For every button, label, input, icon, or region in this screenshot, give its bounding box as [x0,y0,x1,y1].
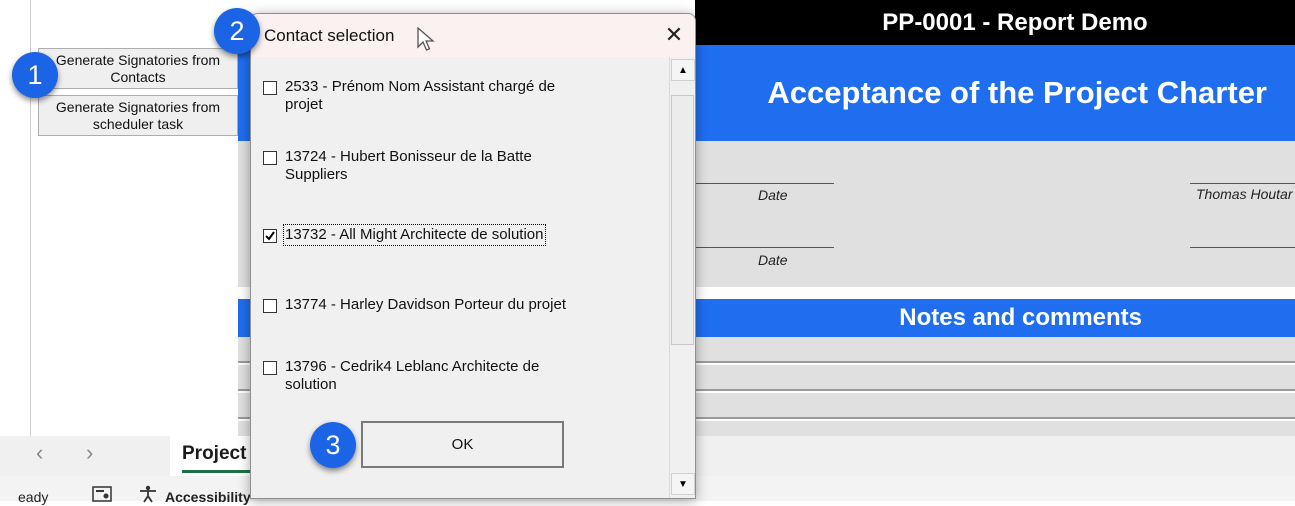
generate-from-contacts-button[interactable]: Generate Signatories from Contacts [38,48,238,89]
step-badge-2: 2 [214,8,260,54]
macro-record-icon[interactable] [92,486,112,505]
ok-button[interactable]: OK [361,421,564,468]
checkbox-icon[interactable] [263,81,277,95]
contact-checkbox-label: 13774 - Harley Davidson Porteur du proje… [285,296,566,313]
step-badge-1: 1 [12,52,58,98]
checkbox-icon[interactable] [263,151,277,165]
mouse-cursor-icon [417,26,435,58]
step-badge-3: 3 [310,422,356,468]
accessibility-icon[interactable] [138,485,158,506]
sheet-tab-label: Project [182,443,247,464]
checkbox-icon[interactable] [263,361,277,375]
contact-checkbox-item[interactable]: 13724 - Hubert Bonisseur de la Batte Sup… [263,148,595,184]
scroll-up-icon[interactable]: ▲ [671,59,695,81]
signature-line [696,247,834,248]
dialog-title: Contact selection [264,26,395,45]
contact-checkbox-label: 13732 - All Might Architecte de solution [283,224,546,246]
report-title-bar: PP-0001 - Report Demo [695,0,1295,45]
contact-checkbox-label: 13724 - Hubert Bonisseur de la Batte Sup… [285,148,532,183]
date-label: Date [758,187,788,203]
signature-line [696,183,834,184]
contact-checkbox-item[interactable]: 13732 - All Might Architecte de solution [263,224,546,246]
close-icon[interactable]: ✕ [662,23,686,47]
checkbox-checked-icon[interactable] [263,229,277,243]
contact-selection-dialog: Contact selection ✕ 2533 - Prénom Nom As… [250,13,696,499]
prev-sheet-icon[interactable]: ‹ [36,440,43,466]
next-sheet-icon[interactable]: › [86,440,93,466]
contact-checkbox-item[interactable]: 13774 - Harley Davidson Porteur du proje… [263,296,595,314]
scroll-thumb[interactable] [671,95,694,345]
dialog-scrollbar[interactable]: ▲ ▼ [669,57,695,498]
status-ready: eady [18,489,49,505]
contact-checkbox-item[interactable]: 2533 - Prénom Nom Assistant chargé de pr… [263,78,595,114]
generate-from-scheduler-button[interactable]: Generate Signatories from scheduler task [38,95,238,136]
contact-checkbox-label: 13796 - Cedrik4 Leblanc Architecte de so… [285,358,540,393]
signature-line [1190,247,1295,248]
status-accessibility[interactable]: Accessibility [165,489,251,505]
active-tab-indicator [182,470,252,473]
date-label: Date [758,252,788,268]
signature-line [1190,183,1295,184]
signatory-name: Thomas Houtar [1196,186,1293,202]
contact-checkbox-item[interactable]: 13796 - Cedrik4 Leblanc Architecte de so… [263,358,595,394]
checkbox-icon[interactable] [263,299,277,313]
contact-checkbox-label: 2533 - Prénom Nom Assistant chargé de pr… [285,78,556,113]
scroll-down-icon[interactable]: ▼ [671,473,695,495]
